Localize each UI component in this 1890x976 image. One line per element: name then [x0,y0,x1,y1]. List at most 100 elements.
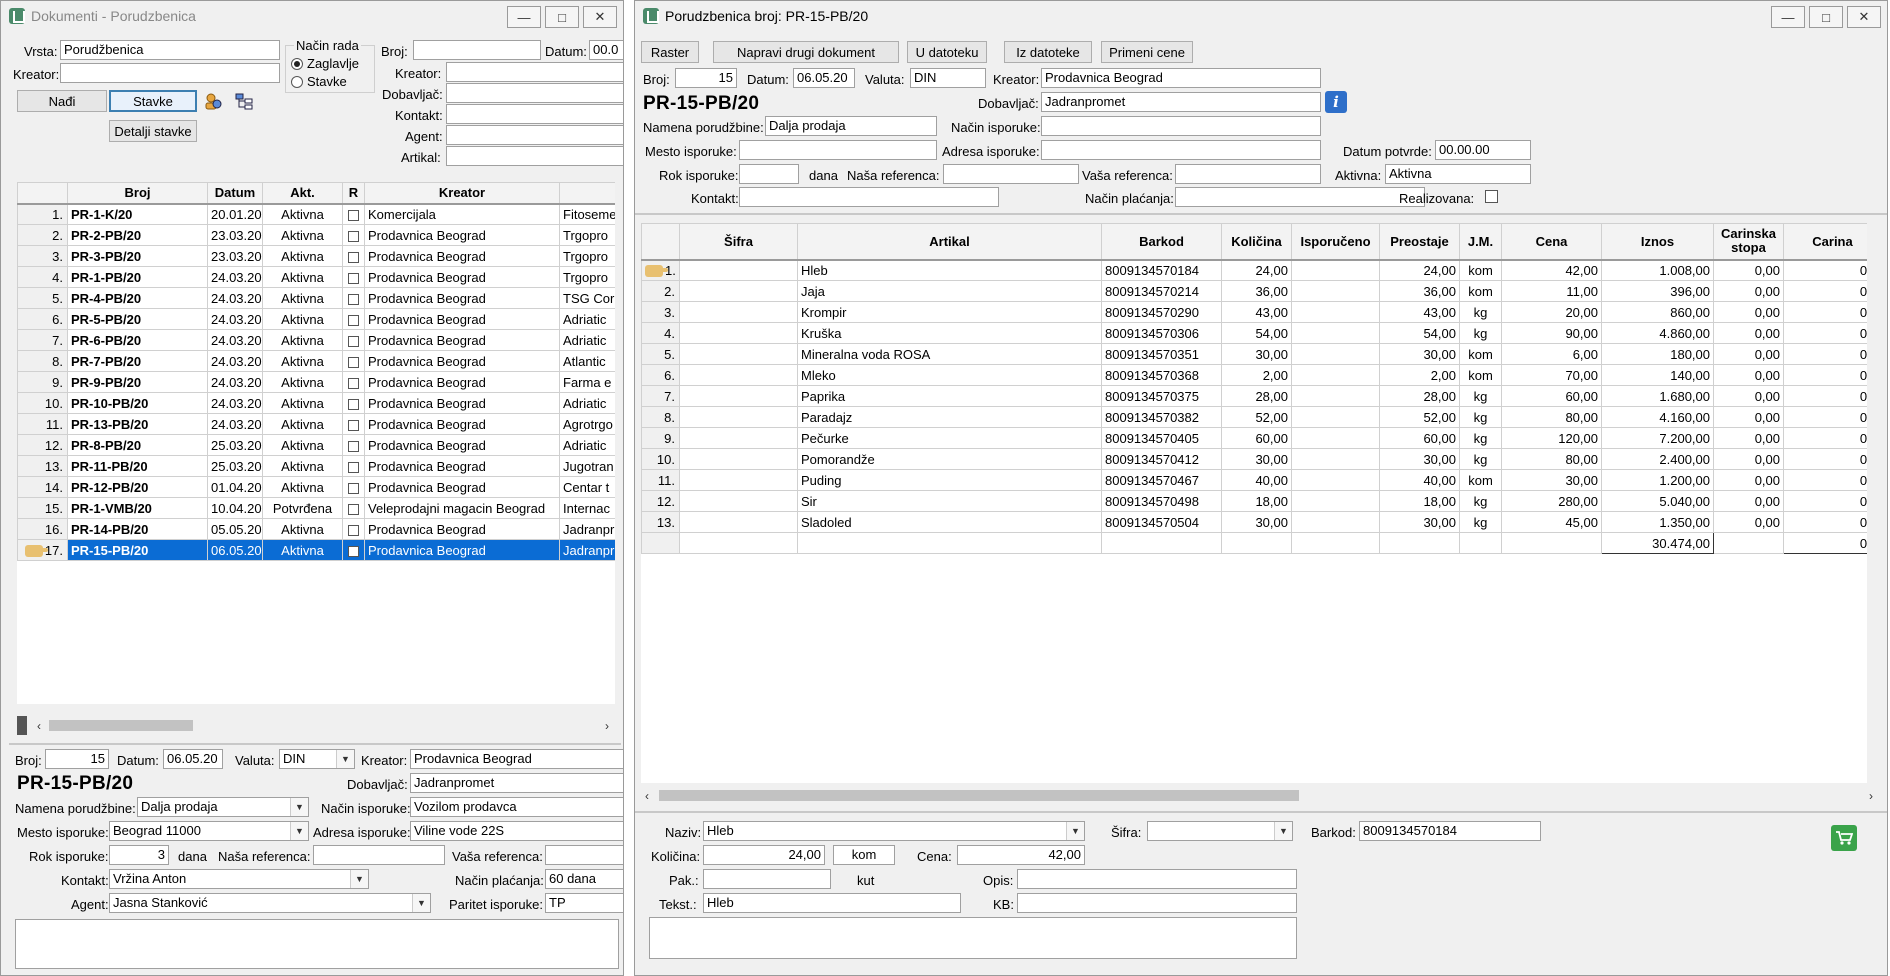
cell-r[interactable] [342,350,365,372]
cell-datum[interactable]: 24.03.20 [207,371,263,393]
h-adresa-field[interactable] [1041,140,1321,160]
cell-carina[interactable]: 0,0 [1783,511,1867,533]
row-checkbox[interactable] [348,377,359,389]
cell-broj[interactable]: PR-5-PB/20 [67,308,208,330]
cell-akt[interactable]: Aktivna [262,518,343,540]
h-nacin-isp-field[interactable] [1041,116,1321,136]
cell-kreator[interactable]: Prodavnica Beograd [364,518,560,540]
cell-akt[interactable]: Aktivna [262,308,343,330]
cell-carina[interactable]: 0,0 [1783,469,1867,491]
cell-barkod[interactable]: 8009134570504 [1101,511,1222,533]
cell-carina[interactable]: 0,0 [1783,385,1867,407]
cell-extra[interactable]: Agrotrgo [559,413,615,435]
h-rok-field[interactable] [739,164,799,184]
cell-jm[interactable]: kom [1459,343,1502,365]
r-kontakt-field[interactable] [446,104,623,124]
col-datum[interactable]: Datum [207,182,263,205]
cell-preostaje[interactable]: 40,00 [1379,469,1460,491]
cell-barkod[interactable]: 8009134570184 [1101,259,1222,281]
cell-jm[interactable]: kom [1459,280,1502,302]
row-checkbox[interactable] [348,272,359,284]
col-kolicina[interactable]: Količina [1221,223,1292,261]
cell-isporuceno[interactable] [1291,322,1380,344]
h-aktivna-field[interactable]: Aktivna [1385,164,1531,184]
col-jm[interactable]: J.M. [1459,223,1502,261]
cell-preostaje[interactable]: 2,00 [1379,364,1460,386]
cell-carina[interactable]: 0,0 [1783,301,1867,323]
table-row[interactable]: 4. PR-1-PB/20 24.03.20 Aktivna Prodavnica Be… [17,266,615,288]
cell-r[interactable] [342,266,365,288]
i-opis-field[interactable] [1017,869,1297,889]
cell-kreator[interactable]: Prodavnica Beograd [364,434,560,456]
cell-cena[interactable]: 30,00 [1501,469,1602,491]
cell-jm[interactable]: kg [1459,322,1502,344]
cell-barkod[interactable]: 8009134570368 [1101,364,1222,386]
realizovana-checkbox[interactable] [1485,190,1498,203]
u-datoteku-button[interactable]: U datoteku [907,41,987,63]
scroll-thumb[interactable] [49,720,193,731]
cell-broj[interactable]: PR-13-PB/20 [67,413,208,435]
cell-iznos[interactable]: 1.350,00 [1601,511,1714,533]
col-sifra[interactable]: Šifra [679,223,798,261]
cell-preostaje[interactable]: 30,00 [1379,448,1460,470]
cell-carina[interactable]: 0,0 [1783,427,1867,449]
table-row[interactable]: 10. PR-10-PB/20 24.03.20 Aktivna Prodavnica … [17,392,615,414]
cell-isporuceno[interactable] [1291,343,1380,365]
table-row[interactable]: 7. PR-6-PB/20 24.03.20 Aktivna Prodavnica Be… [17,329,615,351]
row-checkbox[interactable] [348,293,359,305]
vrsta-field[interactable]: Porudžbenica [60,40,280,60]
cell-cena[interactable]: 80,00 [1501,406,1602,428]
cell-kolicina[interactable]: 30,00 [1221,448,1292,470]
cell-kreator[interactable]: Prodavnica Beograd [364,413,560,435]
radio-stavke[interactable]: Stavke [291,74,347,89]
table-row[interactable]: 3. PR-3-PB/20 23.03.20 Aktivna Prodavnica Be… [17,245,615,267]
cell-kolicina[interactable]: 30,00 [1221,343,1292,365]
cell-sifra[interactable] [679,490,798,512]
d-paritet-field[interactable]: TP [545,893,623,913]
cell-extra[interactable]: Farma e [559,371,615,393]
cell-sifra[interactable] [679,343,798,365]
cell-iznos[interactable]: 2.400,00 [1601,448,1714,470]
h-datum-field[interactable]: 06.05.20 [793,68,855,88]
col-barkod[interactable]: Barkod [1101,223,1222,261]
cell-akt[interactable]: Aktivna [262,434,343,456]
chevron-down-icon[interactable]: ▼ [290,822,308,840]
cell-broj[interactable]: PR-8-PB/20 [67,434,208,456]
cell-sifra[interactable] [679,427,798,449]
cell-datum[interactable]: 05.05.20 [207,518,263,540]
cell-sifra[interactable] [679,259,798,281]
cell-kolicina[interactable]: 30,00 [1221,511,1292,533]
cell-r[interactable] [342,371,365,393]
cell-barkod[interactable]: 8009134570405 [1101,427,1222,449]
documents-hscroll[interactable]: ‹ › [31,717,615,734]
scroll-left-icon[interactable]: ‹ [639,787,655,804]
cell-sifra[interactable] [679,301,798,323]
datum-filter-field[interactable]: 00.0 [589,40,623,60]
cell-datum[interactable]: 10.04.20 [207,497,263,519]
cell-broj[interactable]: PR-9-PB/20 [67,371,208,393]
cell-r[interactable] [342,308,365,330]
cell-kreator[interactable]: Prodavnica Beograd [364,392,560,414]
cell-preostaje[interactable]: 36,00 [1379,280,1460,302]
cell-datum[interactable]: 24.03.20 [207,308,263,330]
r-artikal-field[interactable] [446,146,623,166]
h-namena-field[interactable]: Dalja prodaja [765,116,937,136]
cell-artikal[interactable]: Pomorandže [797,448,1102,470]
cell-jm[interactable]: kg [1459,385,1502,407]
cell-isporuceno[interactable] [1291,406,1380,428]
cell-datum[interactable]: 24.03.20 [207,329,263,351]
items-hscroll[interactable]: ‹ › [639,787,1879,804]
col-preostaje[interactable]: Preostaje [1379,223,1460,261]
cell-iznos[interactable]: 860,00 [1601,301,1714,323]
close-button[interactable]: ✕ [583,6,617,28]
table-row[interactable]: 12. PR-8-PB/20 25.03.20 Aktivna Prodavnica B… [17,434,615,456]
row-checkbox[interactable] [348,440,359,452]
h-kreator-field[interactable]: Prodavnica Beograd [1041,68,1321,88]
row-checkbox[interactable] [348,398,359,410]
cell-carinska-stopa[interactable]: 0,00 [1713,385,1784,407]
cell-barkod[interactable]: 8009134570214 [1101,280,1222,302]
cell-akt[interactable]: Aktivna [262,476,343,498]
close-button[interactable]: ✕ [1847,6,1881,28]
cell-kolicina[interactable]: 54,00 [1221,322,1292,344]
cell-carinska-stopa[interactable]: 0,00 [1713,427,1784,449]
